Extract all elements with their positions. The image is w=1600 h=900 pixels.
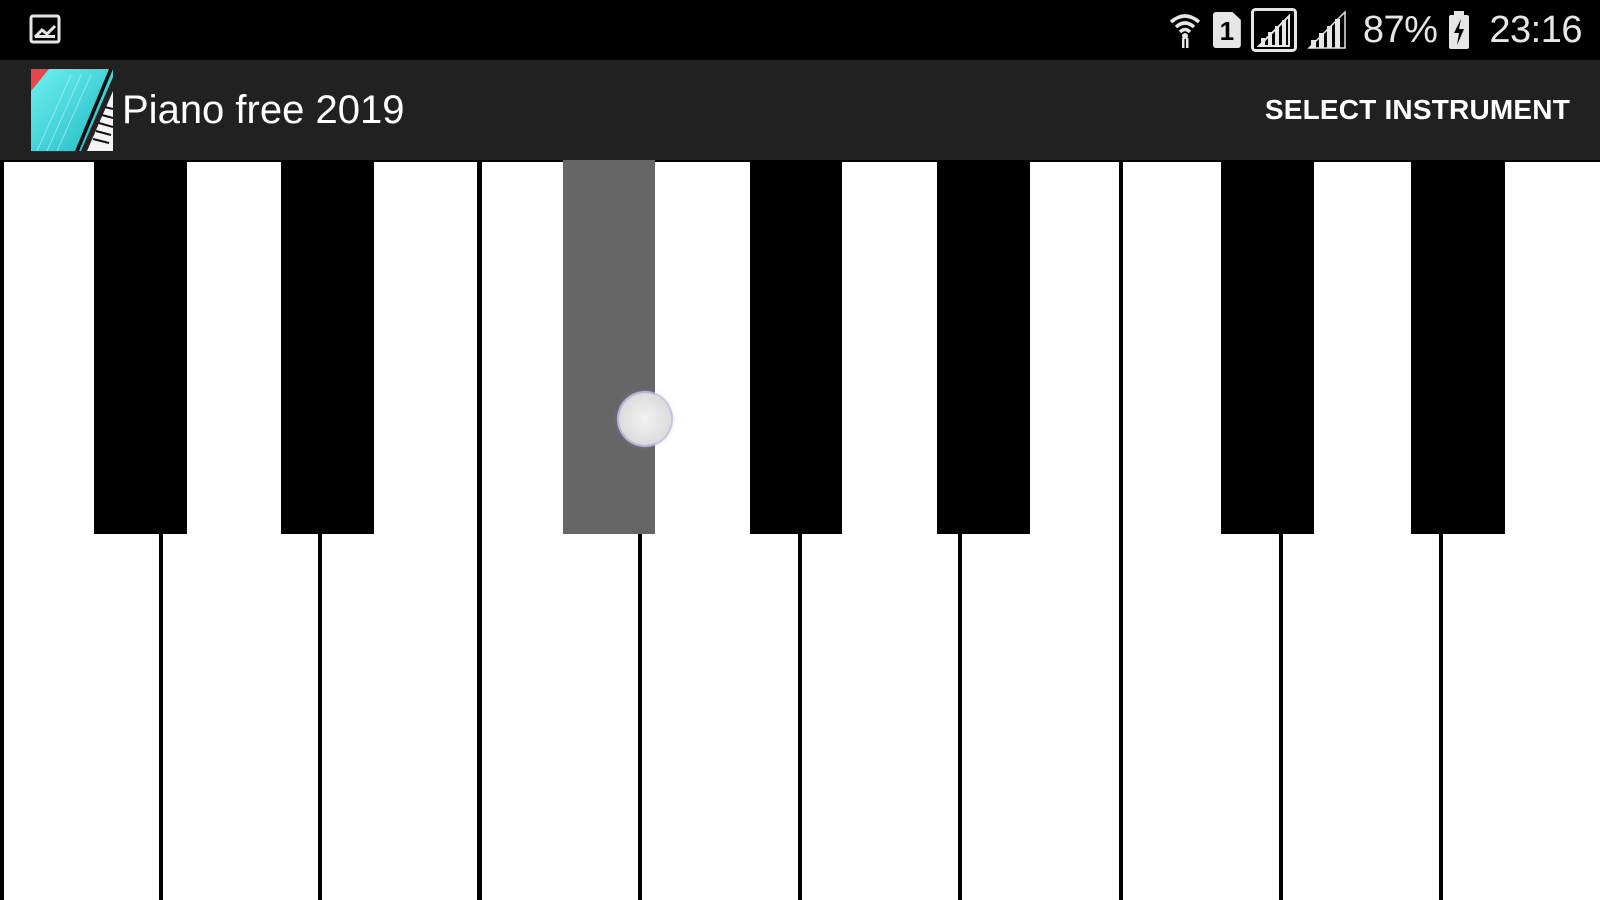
piano-app-icon [31, 69, 113, 151]
signal-icon [1250, 8, 1297, 52]
clock: 23:16 [1489, 8, 1582, 51]
black-key[interactable] [750, 160, 842, 534]
app-bar: Piano free 2019 SELECT INSTRUMENT [0, 60, 1600, 160]
status-bar: 1 87% 23:16 [0, 0, 1600, 60]
black-key[interactable] [1411, 160, 1505, 534]
black-key[interactable] [937, 160, 1030, 534]
black-key[interactable] [94, 160, 187, 534]
screen: 1 87% 23:16 Piano free 2019 SELECT INSTR… [0, 0, 1600, 900]
signal-icon [1307, 10, 1346, 49]
status-icons: 1 87% 23:16 [1167, 0, 1582, 60]
black-key[interactable] [281, 160, 374, 534]
battery-percent: 87% [1362, 8, 1438, 51]
sim-1-icon: 1 [1212, 12, 1241, 48]
sim-label: 1 [1219, 16, 1235, 46]
battery-charging-icon [1449, 11, 1470, 49]
black-key-pressed[interactable] [563, 160, 655, 534]
gallery-icon [29, 14, 61, 44]
app-title: Piano free 2019 [122, 88, 405, 132]
black-key[interactable] [1221, 160, 1314, 534]
piano-keyboard [0, 160, 1600, 900]
select-instrument-button[interactable]: SELECT INSTRUMENT [1265, 60, 1570, 160]
wifi-icon [1169, 14, 1200, 48]
